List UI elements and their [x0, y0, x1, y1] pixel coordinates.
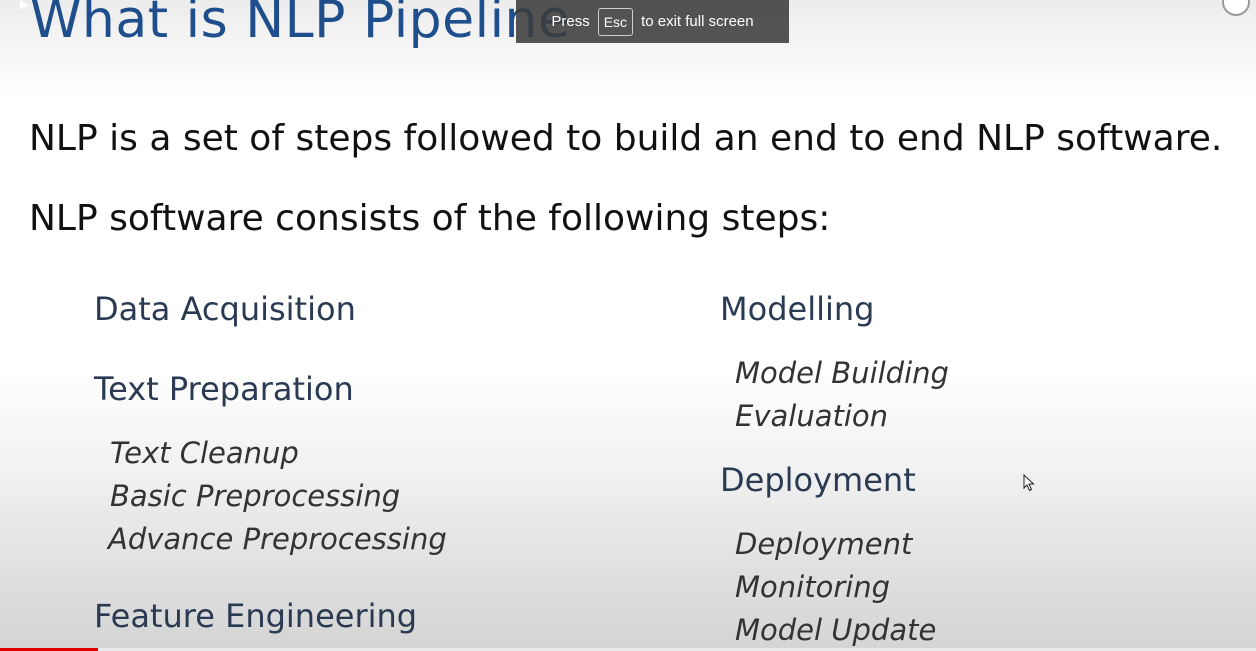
intro-line-2: NLP software consists of the following s…: [29, 198, 831, 239]
substep-deployment: Deployment: [735, 527, 913, 561]
substep-text-cleanup: Text Cleanup: [110, 436, 299, 470]
step-modelling: Modelling: [720, 290, 875, 328]
step-data-acquisition: Data Acquisition: [94, 290, 356, 328]
mouse-cursor-icon: [1023, 474, 1035, 492]
slide-title: What is NLP Pipeline: [30, 0, 571, 50]
substep-monitoring: Monitoring: [735, 570, 891, 604]
esc-key-badge: Esc: [597, 7, 634, 36]
substep-model-building: Model Building: [735, 356, 949, 390]
step-feature-engineering: Feature Engineering: [94, 597, 418, 635]
slide: What is NLP Pipeline NLP is a set of ste…: [0, 0, 1256, 651]
substep-basic-preprocessing: Basic Preprocessing: [110, 479, 401, 513]
substep-advance-preprocessing: Advance Preprocessing: [108, 522, 447, 556]
intro-line-1: NLP is a set of steps followed to build …: [29, 118, 1223, 159]
step-text-preparation: Text Preparation: [94, 370, 354, 408]
substep-evaluation: Evaluation: [735, 399, 889, 433]
fullscreen-notice-suffix: to exit full screen: [641, 13, 754, 30]
substep-model-update: Model Update: [735, 613, 937, 647]
fullscreen-notice: Press Esc to exit full screen: [516, 0, 789, 43]
play-indicator-icon: [20, 0, 29, 10]
fullscreen-notice-prefix: Press: [551, 13, 590, 30]
step-deployment: Deployment: [720, 461, 916, 499]
